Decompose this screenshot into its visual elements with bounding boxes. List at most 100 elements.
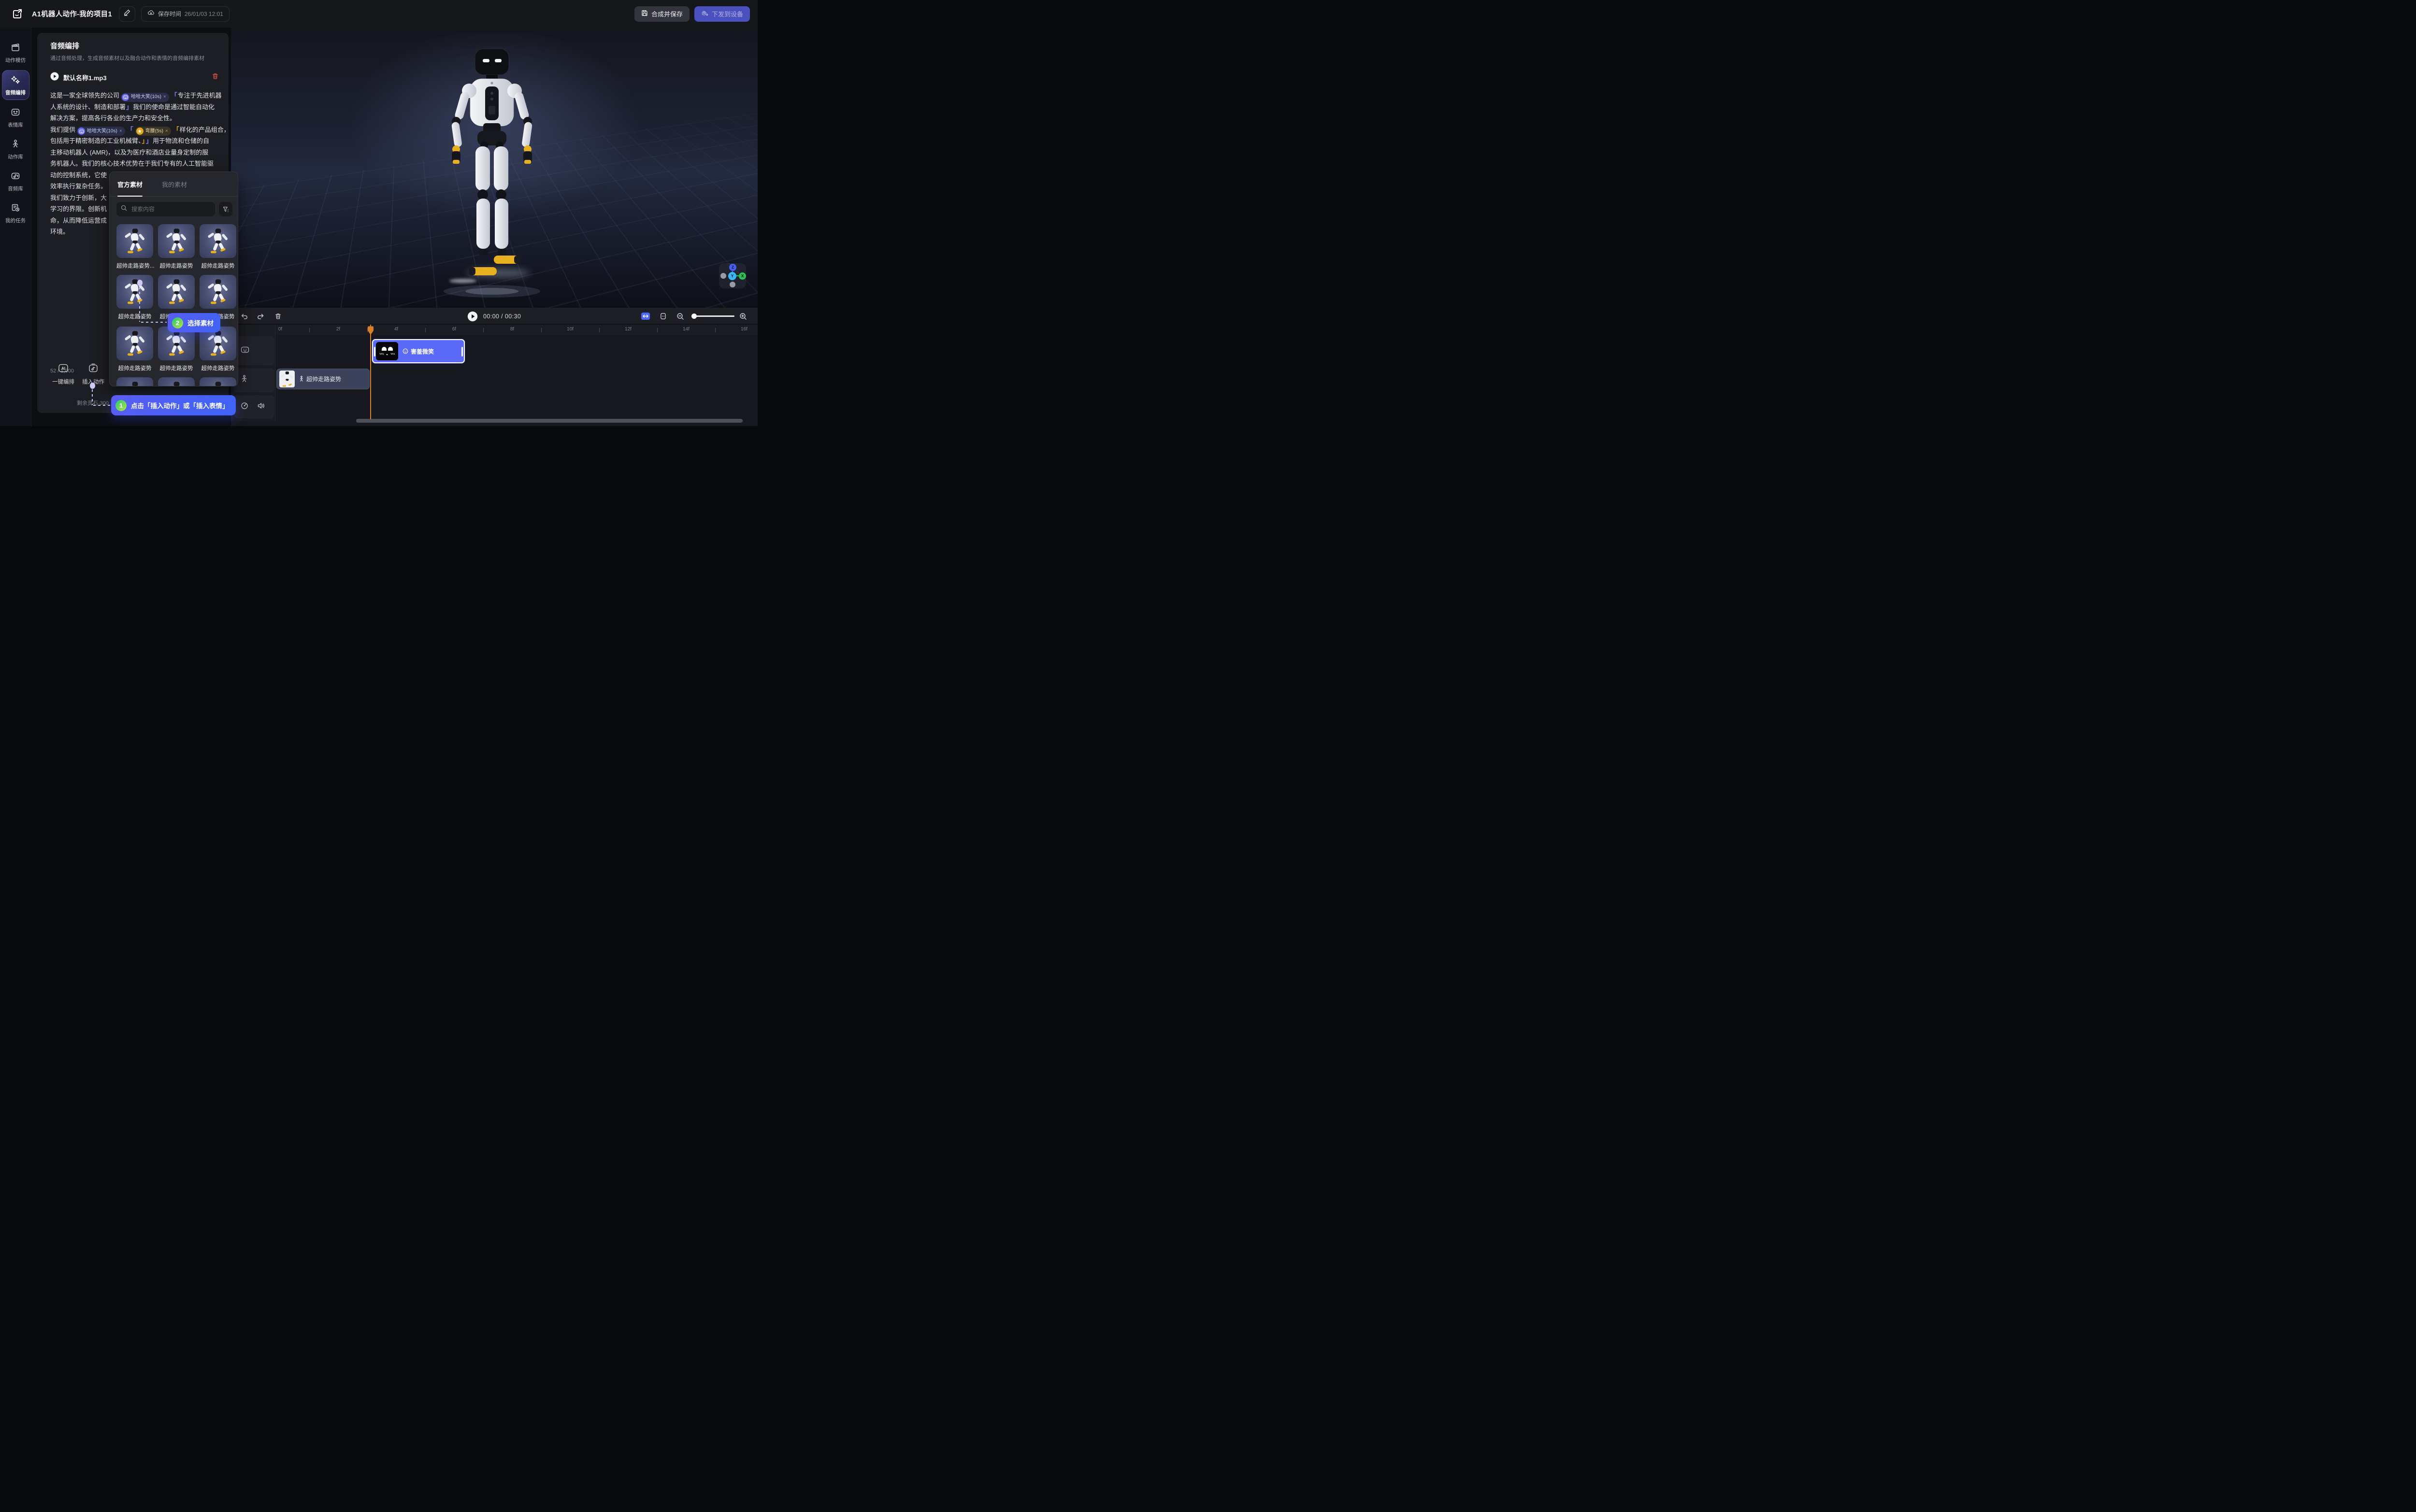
tag-label: 弯腰(5s) — [145, 129, 163, 134]
save-time-chip: 保存时间 26/01/03 12:01 — [141, 6, 230, 22]
material-item-2[interactable]: 超帅走路姿势 — [200, 224, 236, 270]
sidebar-item-3[interactable]: 动作库 — [2, 135, 29, 164]
delete-clip-button[interactable] — [272, 308, 284, 325]
tag-close-icon[interactable]: × — [165, 129, 168, 134]
speaker-icon[interactable] — [257, 402, 265, 412]
material-item-partial-2[interactable] — [200, 377, 236, 386]
zoom-in-button[interactable] — [737, 308, 749, 325]
transcript-text: 我们致力于创新，大 — [50, 194, 107, 201]
sidebar-item-2[interactable]: 表情库 — [2, 103, 29, 132]
material-thumbnail[interactable] — [200, 377, 236, 386]
project-title: A1机器人动作-我的项目1 — [32, 9, 112, 19]
material-item-partial-1[interactable] — [158, 377, 195, 386]
search-input[interactable] — [130, 205, 203, 213]
material-item-7[interactable]: 超帅走路姿势 — [158, 327, 195, 372]
panel-title: 音频编排 — [50, 41, 79, 51]
transcript-text: 环境。 — [50, 228, 69, 235]
undo-button[interactable] — [239, 308, 250, 325]
insert-motion-button[interactable]: 插入动作 — [78, 363, 109, 385]
timeline-scrollbar[interactable] — [356, 419, 743, 423]
sidebar-item-0[interactable]: 动作模仿 — [2, 38, 29, 67]
material-item-partial-0[interactable] — [116, 377, 153, 386]
material-thumbnail[interactable] — [200, 275, 236, 309]
search-box[interactable] — [116, 202, 215, 216]
tabs-divider — [110, 196, 238, 197]
material-thumbnail[interactable] — [116, 327, 153, 360]
material-tab-1[interactable]: 我的素材 — [162, 180, 187, 192]
material-item-6[interactable]: 超帅走路姿势 — [116, 327, 153, 372]
expression-track-header[interactable] — [234, 336, 274, 365]
playhead-line[interactable] — [370, 325, 371, 419]
ruler-label-10f: 10f — [567, 327, 574, 332]
expression-clip[interactable]: 害羞微笑 — [372, 339, 465, 363]
material-thumbnail[interactable] — [200, 224, 236, 258]
viewport-3d[interactable]: Z Y X — [231, 28, 758, 308]
delete-audio-button[interactable] — [212, 72, 219, 82]
material-thumbnail[interactable] — [116, 224, 153, 258]
motion-tag[interactable]: 弯腰(5s)× — [135, 127, 171, 136]
zoom-slider-knob[interactable] — [691, 314, 697, 319]
material-item-1[interactable]: 超帅走路姿势 — [158, 224, 195, 270]
fit-timeline-button[interactable] — [640, 308, 651, 325]
material-item-0[interactable]: 超帅走路姿势... — [116, 224, 153, 270]
material-item-3[interactable]: 超帅走路姿势 — [116, 275, 153, 320]
track-view-button[interactable] — [657, 308, 669, 325]
tag-close-icon[interactable]: × — [163, 95, 166, 100]
person-icon — [11, 139, 20, 151]
topbar-actions: 合成并保存 下发到设备 — [634, 6, 750, 22]
sidebar-item-1[interactable]: 音频编排 — [2, 70, 29, 100]
orientation-gizmo[interactable]: Z Y X — [719, 263, 746, 288]
ruler-tick — [599, 328, 600, 332]
filter-button[interactable] — [219, 202, 232, 216]
material-thumbnail[interactable] — [158, 224, 195, 258]
clip-left-handle[interactable] — [374, 347, 375, 357]
funnel-icon — [223, 206, 229, 213]
redo-button[interactable] — [255, 308, 266, 325]
edit-title-button[interactable] — [119, 6, 135, 22]
tag-close-icon[interactable]: × — [119, 129, 122, 134]
sidebar-item-5[interactable]: 我的任务 — [2, 199, 29, 228]
playhead-handle[interactable] — [367, 326, 374, 335]
material-item-8[interactable]: 超帅走路姿势 — [200, 327, 236, 372]
sidebar-item-4[interactable]: 音频库 — [2, 167, 29, 196]
material-thumbnail[interactable] — [116, 377, 153, 386]
robot-model[interactable] — [376, 44, 608, 305]
ruler-label-12f: 12f — [625, 327, 632, 332]
one-click-arrange-label: 一键编排 — [52, 378, 74, 385]
play-button[interactable] — [467, 308, 478, 325]
synthesize-save-button[interactable]: 合成并保存 — [634, 6, 690, 22]
connector-dot-material — [137, 280, 143, 286]
gizmo-y-axis[interactable]: Y — [728, 272, 736, 280]
play-audio-button[interactable] — [50, 72, 59, 83]
gizmo-x-axis[interactable]: X — [739, 272, 746, 280]
gizmo-neg-z[interactable] — [730, 282, 735, 287]
expression-thumbnail — [376, 342, 398, 360]
one-click-arrange-button[interactable]: AI 一键编排 — [48, 363, 79, 385]
audio-track-header[interactable] — [234, 395, 274, 418]
sidebar-item-label: 我的任务 — [5, 217, 26, 224]
material-thumbnail[interactable] — [158, 275, 195, 309]
timeline-tracks[interactable]: 害羞微笑 超帅走路姿势 — [275, 335, 758, 418]
time-display: 00:00 / 00:30 — [483, 308, 521, 325]
expression-tag[interactable]: 哈哈大笑(10s)× — [77, 127, 125, 136]
material-thumbnail[interactable] — [158, 377, 195, 386]
zoom-out-button[interactable] — [675, 308, 686, 325]
timeline-zoom-slider[interactable] — [692, 315, 734, 317]
gizmo-z-axis[interactable]: Z — [729, 264, 736, 271]
ruler-tick — [425, 328, 426, 332]
expression-track-icon — [241, 346, 249, 356]
gizmo-neg-x[interactable] — [720, 273, 726, 279]
transcript-line-2: 解决方案，提高各行各业的生产力和安全性。 — [50, 113, 221, 124]
deploy-to-device-button[interactable]: 下发到设备 — [694, 6, 750, 22]
motion-clip[interactable]: 超帅走路姿势 — [276, 369, 370, 389]
laugh-face-icon — [78, 128, 85, 135]
transcript-text: 样化的产品组合， — [180, 126, 230, 133]
timeline-ruler[interactable]: 0f2f4f6f8f10f12f14f16f — [275, 325, 758, 335]
clip-right-handle[interactable] — [461, 347, 463, 357]
motion-clip-label: 超帅走路姿势 — [306, 375, 341, 383]
timeline-toolbar: 00:00 / 00:30 — [231, 308, 758, 325]
expression-tag[interactable]: 哈哈大笑(10s)× — [121, 93, 169, 102]
material-tab-0[interactable]: 官方素材 — [117, 180, 143, 192]
material-thumbnail[interactable] — [116, 275, 153, 309]
motion-track-header[interactable] — [234, 368, 274, 392]
